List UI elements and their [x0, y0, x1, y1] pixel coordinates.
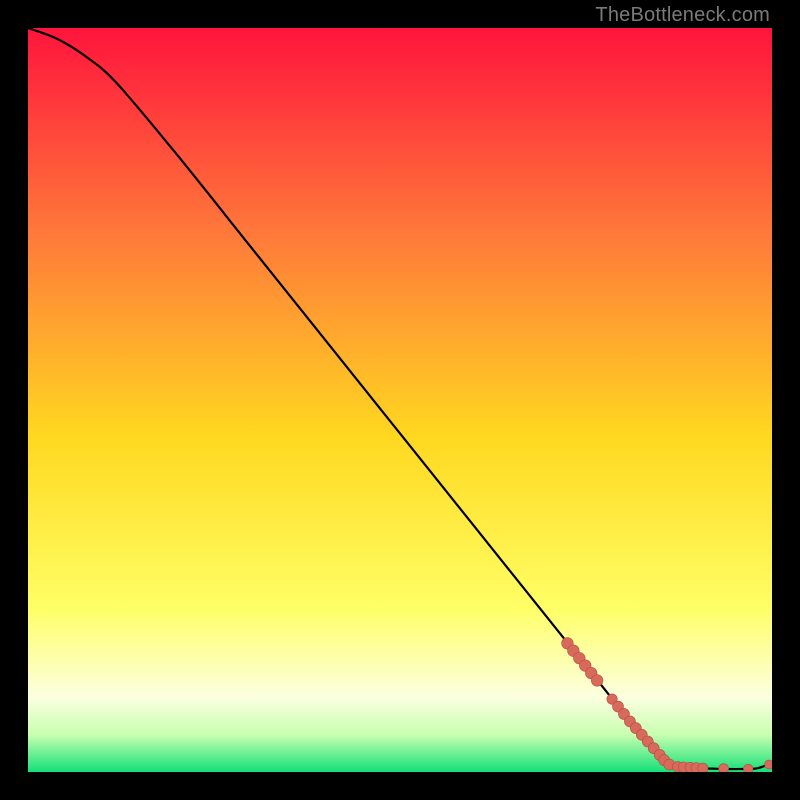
- data-marker: [591, 675, 603, 687]
- chart-frame: [28, 28, 772, 772]
- data-marker: [719, 764, 729, 772]
- gradient-background: [28, 28, 772, 772]
- data-marker: [765, 760, 772, 769]
- data-marker: [698, 763, 708, 772]
- data-marker: [743, 764, 753, 772]
- bottleneck-chart: [28, 28, 772, 772]
- watermark-text: TheBottleneck.com: [595, 4, 770, 27]
